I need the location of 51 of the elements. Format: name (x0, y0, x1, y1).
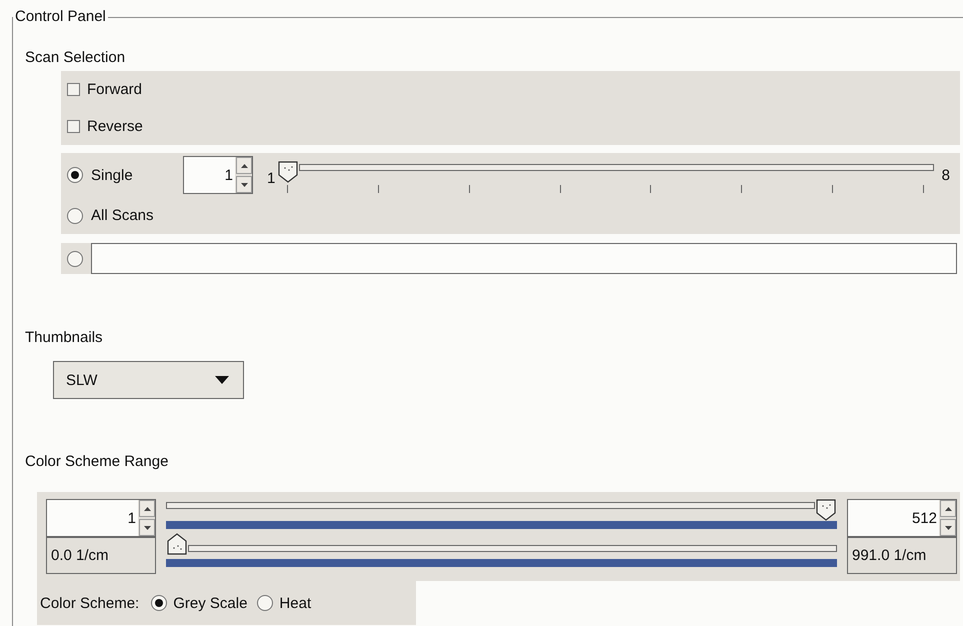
tick-mark (832, 185, 833, 193)
up-arrow-icon (944, 506, 952, 510)
number-spinner[interactable]: 1 (46, 499, 156, 537)
radio-label: Grey Scale (173, 594, 248, 612)
tick-mark (560, 185, 561, 193)
number-spinner[interactable]: 512 (847, 499, 957, 537)
slider-max-label: 8 (942, 166, 950, 184)
tick-mark (378, 185, 380, 193)
panel-title: Control Panel (14, 9, 107, 25)
radio-button[interactable] (151, 595, 168, 611)
radio-label: All Scans (91, 207, 154, 224)
slider-thumb[interactable] (166, 533, 188, 555)
spin-up-button[interactable] (236, 157, 252, 174)
number-spinner[interactable]: 1 (183, 156, 253, 194)
tick-mark (650, 185, 652, 193)
spin-up-button[interactable] (940, 500, 956, 517)
down-arrow-icon (144, 526, 150, 530)
slider-thumb[interactable] (277, 161, 300, 183)
section-title: Thumbnails (25, 329, 104, 347)
range-reading: 0.0 1/cm (46, 537, 156, 574)
radio-button[interactable] (67, 250, 83, 266)
checkbox-label: Forward (87, 81, 142, 98)
checkbox[interactable] (67, 83, 80, 96)
checkbox-label: Reverse (87, 118, 143, 135)
radio-label: Single (91, 166, 134, 184)
section-title: Color Scheme Range (25, 453, 170, 471)
radio-button[interactable] (257, 595, 274, 611)
radio-button[interactable] (67, 208, 83, 224)
slider-thumb[interactable] (815, 499, 837, 521)
section-title: Scan Selection (25, 49, 126, 67)
checkbox[interactable] (67, 120, 80, 133)
tick-mark (741, 185, 742, 193)
up-arrow-icon (240, 164, 248, 168)
radio-button[interactable] (67, 167, 83, 183)
spin-up-button[interactable] (139, 500, 155, 517)
caret-icon (215, 376, 229, 384)
tick-mark (287, 185, 288, 193)
up-arrow-icon (144, 506, 150, 510)
down-arrow-icon (944, 526, 952, 530)
spin-down-button[interactable] (236, 176, 252, 193)
slider-min-label: 1 (267, 170, 276, 186)
dropdown[interactable]: SLW (53, 361, 244, 399)
down-arrow-icon (240, 182, 248, 186)
spin-down-button[interactable] (139, 519, 155, 536)
field-label: Color Scheme: (40, 594, 140, 612)
input-field[interactable] (91, 243, 957, 274)
range-reading: 991.0 1/cm (847, 537, 957, 574)
radio-label: Heat (279, 594, 312, 612)
spin-down-button[interactable] (940, 519, 956, 536)
tick-mark (922, 185, 924, 193)
tick-mark (468, 185, 470, 193)
